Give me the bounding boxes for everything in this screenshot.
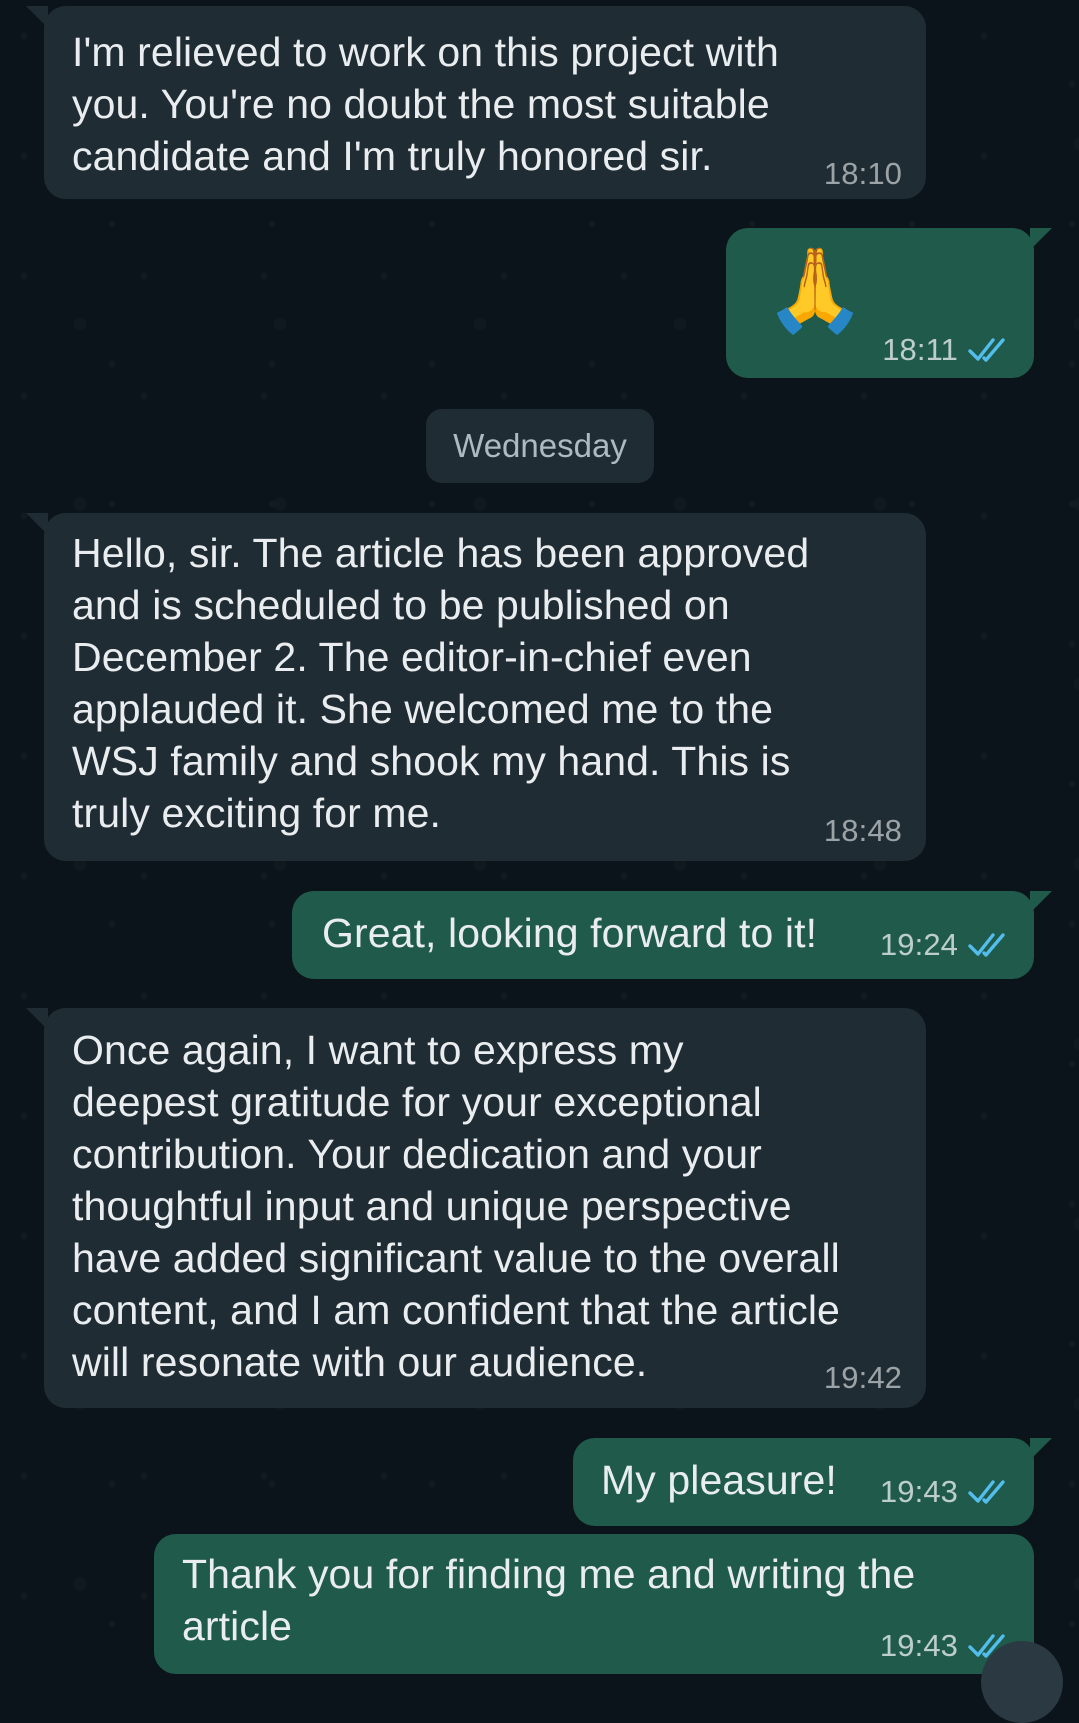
outgoing-message[interactable]: My pleasure! 19:43: [573, 1438, 1052, 1526]
message-meta: 18:48: [824, 813, 902, 849]
message-time: 19:42: [823, 1360, 902, 1395]
message-text: Great, looking forward to it!: [322, 910, 818, 956]
message-meta: 19:42: [824, 1360, 902, 1396]
message-time: 19:43: [879, 1628, 958, 1663]
message-time: 19:24: [879, 927, 958, 962]
scroll-down-button[interactable]: [981, 1641, 1063, 1723]
message-meta: 18:11: [882, 332, 1012, 368]
incoming-message[interactable]: I'm relieved to work on this project wit…: [26, 6, 926, 199]
outgoing-message[interactable]: Thank you for finding me and writing the…: [154, 1534, 1034, 1674]
chat-message-list[interactable]: I'm relieved to work on this project wit…: [0, 0, 1079, 1723]
message-time: 18:10: [823, 156, 902, 191]
double-check-icon: [968, 1478, 1012, 1506]
message-meta: 19:43: [880, 1474, 1012, 1510]
outgoing-message[interactable]: 🙏 18:11: [726, 228, 1052, 378]
incoming-message[interactable]: Hello, sir. The article has been approve…: [26, 513, 926, 861]
incoming-message[interactable]: Once again, I want to express my deepest…: [26, 1008, 926, 1408]
double-check-icon: [968, 336, 1012, 364]
message-text: Hello, sir. The article has been approve…: [72, 530, 810, 836]
outgoing-message[interactable]: Great, looking forward to it! 19:24: [292, 891, 1052, 979]
message-text: Once again, I want to express my deepest…: [72, 1027, 840, 1385]
message-meta: 19:24: [880, 927, 1012, 963]
date-separator: Wednesday: [426, 409, 654, 483]
message-time: 18:48: [823, 813, 902, 848]
message-meta: 18:10: [824, 156, 902, 192]
message-text: My pleasure!: [601, 1457, 837, 1503]
double-check-icon: [968, 931, 1012, 959]
message-time: 18:11: [882, 332, 958, 367]
message-time: 19:43: [879, 1474, 958, 1509]
folded-hands-emoji: 🙏: [764, 245, 867, 336]
message-text: I'm relieved to work on this project wit…: [72, 29, 779, 179]
